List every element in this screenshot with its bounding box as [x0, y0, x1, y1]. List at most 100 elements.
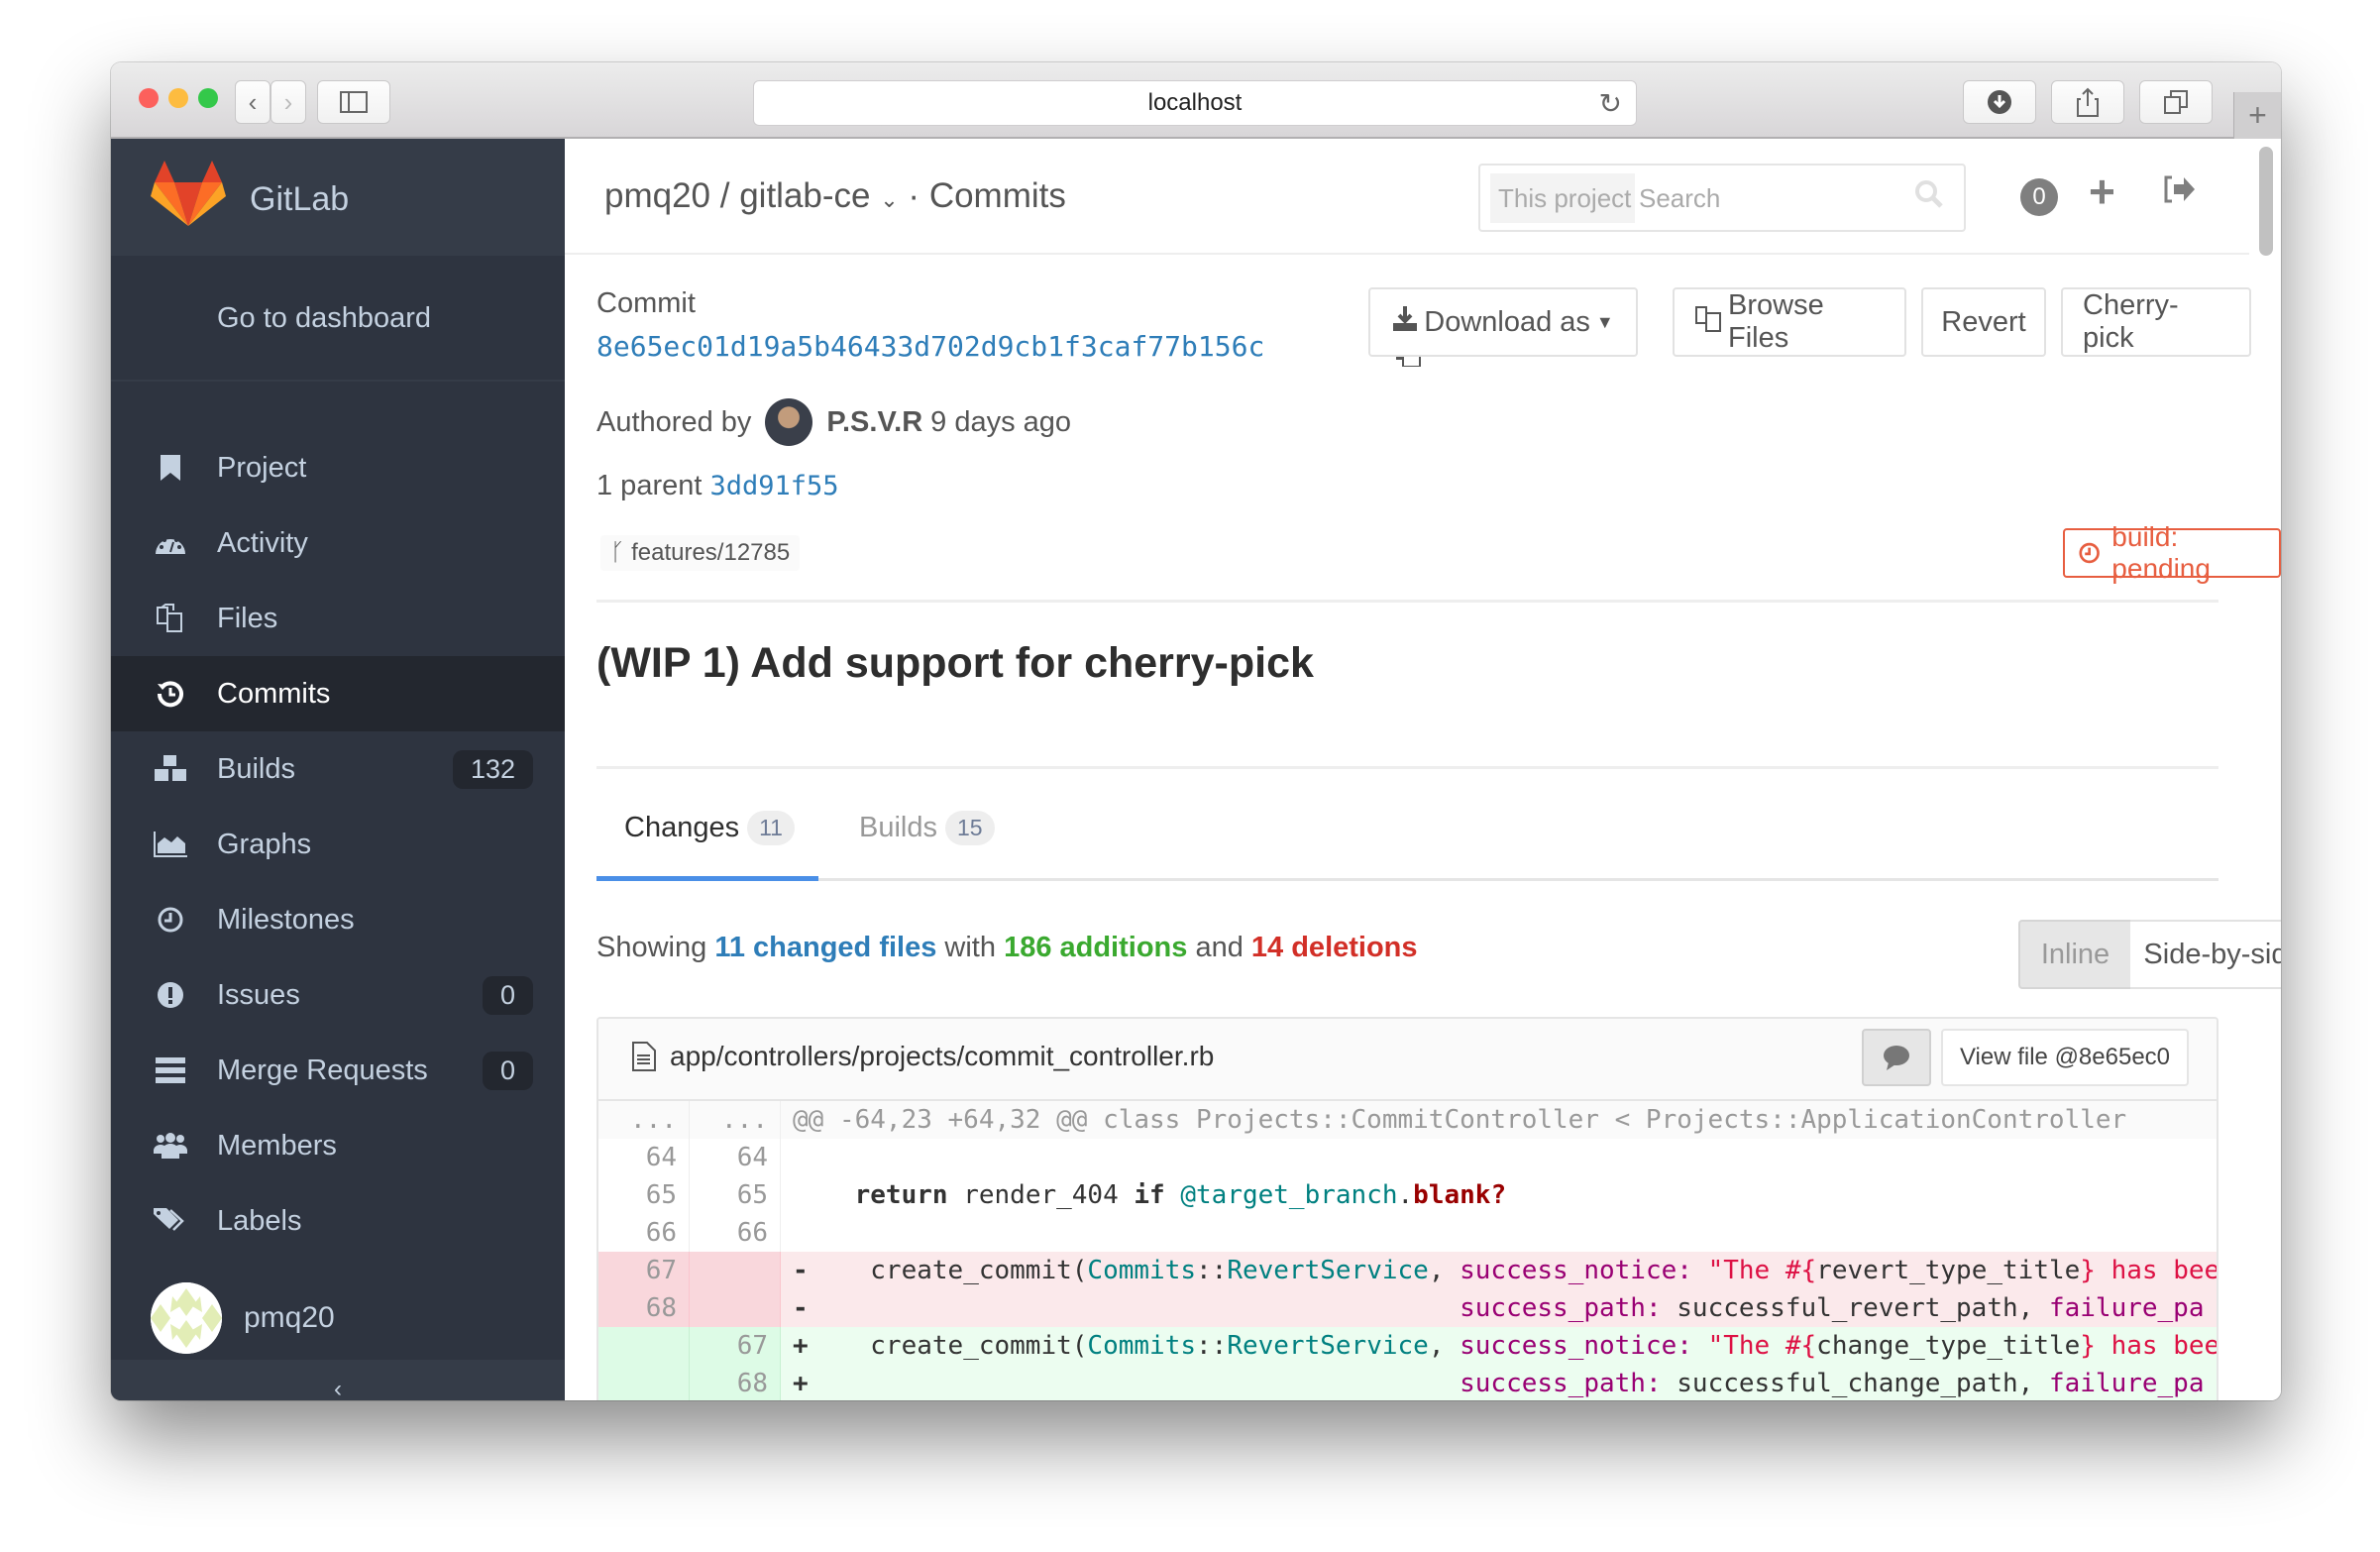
download-as-button[interactable]: Download as ▼ — [1368, 287, 1638, 357]
builds-count-badge: 132 — [452, 749, 533, 789]
breadcrumb-separator: / — [719, 176, 740, 215]
revert-label: Revert — [1941, 305, 2026, 338]
sidebar-item-label: Project — [217, 451, 307, 484]
code-text: return render_404 if @target_branch.blan… — [854, 1180, 1507, 1210]
sidebar-item-commits[interactable]: Commits — [111, 656, 565, 731]
revert-button[interactable]: Revert — [1921, 287, 2046, 357]
new-item-plus-icon[interactable]: + — [2089, 165, 2115, 218]
commit-sha-link[interactable]: 8e65ec01d19a5b46433d702d9cb1f3caf77b156c — [596, 330, 1264, 363]
new-line-number[interactable] — [690, 1289, 781, 1327]
branch-label[interactable]: ᚴ features/12785 — [600, 535, 801, 571]
sidebar-item-graphs[interactable]: Graphs — [111, 807, 565, 882]
search-input[interactable]: This project Search — [1478, 164, 1966, 232]
old-line-number[interactable] — [598, 1327, 690, 1365]
sign-out-icon[interactable] — [2162, 174, 2196, 212]
cherry-pick-label: Cherry-pick — [2083, 289, 2179, 354]
toggle-comments-button[interactable] — [1862, 1029, 1931, 1086]
back-button[interactable]: ‹ — [235, 80, 270, 124]
old-line-number[interactable]: ... — [598, 1101, 690, 1139]
new-line-number[interactable]: 68 — [690, 1365, 781, 1400]
project-dropdown-chevron-icon[interactable]: ⌄ — [880, 187, 898, 212]
old-line-number[interactable]: 67 — [598, 1252, 690, 1289]
tab-changes[interactable]: Changes 11 — [624, 811, 795, 845]
tab-builds[interactable]: Builds 15 — [859, 811, 995, 845]
download-icon — [1988, 90, 2011, 114]
divider — [596, 600, 2218, 603]
side-by-side-view-button[interactable]: Side-by-side — [2130, 920, 2281, 989]
tabs-underline — [596, 878, 2218, 881]
old-line-number[interactable] — [598, 1365, 690, 1400]
build-status-badge[interactable]: build: pending — [2063, 521, 2281, 584]
sidebar-item-members[interactable]: Members — [111, 1108, 565, 1183]
forward-button[interactable]: › — [270, 80, 306, 124]
parent-sha-link[interactable]: 3dd91f55 — [709, 471, 838, 501]
sidebar-item-label: Members — [217, 1129, 337, 1162]
go-to-dashboard-link[interactable]: Go to dashboard — [111, 256, 565, 382]
maximize-window-button[interactable] — [198, 88, 218, 108]
sidebar-item-labels[interactable]: Labels — [111, 1183, 565, 1259]
browser-toolbar: ‹ › localhost ↻ + — [111, 62, 2281, 139]
view-file-button[interactable]: View file @8e65ec0 — [1941, 1029, 2189, 1086]
chevron-left-icon: ‹ — [248, 86, 258, 117]
bookmark-icon — [151, 448, 190, 488]
author-name-link[interactable]: P.S.V.R — [826, 406, 922, 439]
old-line-number[interactable]: 68 — [598, 1289, 690, 1327]
old-line-number[interactable]: 64 — [598, 1139, 690, 1176]
sidebar-item-issues[interactable]: Issues 0 — [111, 957, 565, 1033]
sidebar-item-files[interactable]: Files — [111, 581, 565, 656]
download-as-label: Download as — [1424, 305, 1590, 338]
tabs-overview-button[interactable] — [2139, 80, 2213, 124]
new-line-number[interactable]: 66 — [690, 1214, 781, 1252]
sidebar-header[interactable]: GitLab — [111, 139, 565, 256]
downloads-button[interactable] — [1963, 80, 2036, 124]
download-icon — [1392, 305, 1418, 339]
chevron-right-icon: › — [283, 86, 293, 117]
files-icon — [151, 599, 190, 638]
new-tab-button[interactable]: + — [2233, 92, 2281, 139]
reload-icon[interactable]: ↻ — [1599, 87, 1622, 120]
author-avatar[interactable] — [765, 398, 813, 446]
new-line-number[interactable]: ... — [690, 1101, 781, 1139]
breadcrumb: pmq20 / gitlab-ce ⌄ · Commits — [604, 176, 1066, 216]
new-line-number[interactable]: 67 — [690, 1327, 781, 1365]
parent-label: 1 parent — [596, 470, 703, 501]
address-bar[interactable]: localhost ↻ — [753, 80, 1637, 126]
diff-line: 68 + success_path: successful_change_path… — [598, 1365, 2217, 1400]
users-icon — [151, 1126, 190, 1165]
sidebar-item-milestones[interactable]: Milestones — [111, 882, 565, 957]
new-line-number[interactable]: 64 — [690, 1139, 781, 1176]
browse-files-label: Browse Files — [1728, 289, 1824, 354]
close-window-button[interactable] — [139, 88, 159, 108]
namespace-link[interactable]: pmq20 — [604, 176, 710, 215]
sidebar-item-project[interactable]: Project — [111, 430, 565, 505]
collapse-sidebar-button[interactable]: ‹ — [111, 1360, 565, 1400]
new-line-number[interactable]: 65 — [690, 1176, 781, 1214]
code-text: - success_path: successful_revert_path, … — [793, 1293, 2205, 1323]
branch-name: features/12785 — [631, 539, 791, 566]
project-link[interactable]: gitlab-ce — [739, 176, 870, 215]
file-path[interactable]: app/controllers/projects/commit_controll… — [632, 1041, 1214, 1072]
page-scrollbar[interactable] — [2259, 147, 2273, 256]
clock-icon — [2079, 542, 2100, 564]
tags-icon — [151, 1201, 190, 1241]
sidebar-item-builds[interactable]: Builds 132 — [111, 731, 565, 807]
user-profile-link[interactable]: pmq20 — [111, 1280, 565, 1356]
todos-count-badge[interactable]: 0 — [2020, 178, 2058, 216]
new-line-number[interactable] — [690, 1252, 781, 1289]
old-line-number[interactable]: 66 — [598, 1214, 690, 1252]
caret-down-icon: ▼ — [1595, 311, 1614, 332]
merge-requests-count-badge: 0 — [482, 1051, 533, 1090]
username: pmq20 — [244, 1301, 335, 1334]
gitlab-logo-icon — [151, 161, 226, 226]
sidebar-toggle-button[interactable] — [317, 80, 390, 124]
sidebar-item-merge-requests[interactable]: Merge Requests 0 — [111, 1033, 565, 1108]
old-line-number[interactable]: 65 — [598, 1176, 690, 1214]
share-button[interactable] — [2051, 80, 2124, 124]
minimize-window-button[interactable] — [168, 88, 188, 108]
page-title: Commits — [928, 176, 1066, 215]
changed-files-link[interactable]: 11 changed files — [714, 932, 936, 963]
inline-view-button[interactable]: Inline — [2018, 920, 2132, 989]
cherry-pick-button[interactable]: Cherry-pick — [2061, 287, 2251, 357]
sidebar-item-activity[interactable]: Activity — [111, 505, 565, 581]
browse-files-button[interactable]: Browse Files — [1673, 287, 1906, 357]
